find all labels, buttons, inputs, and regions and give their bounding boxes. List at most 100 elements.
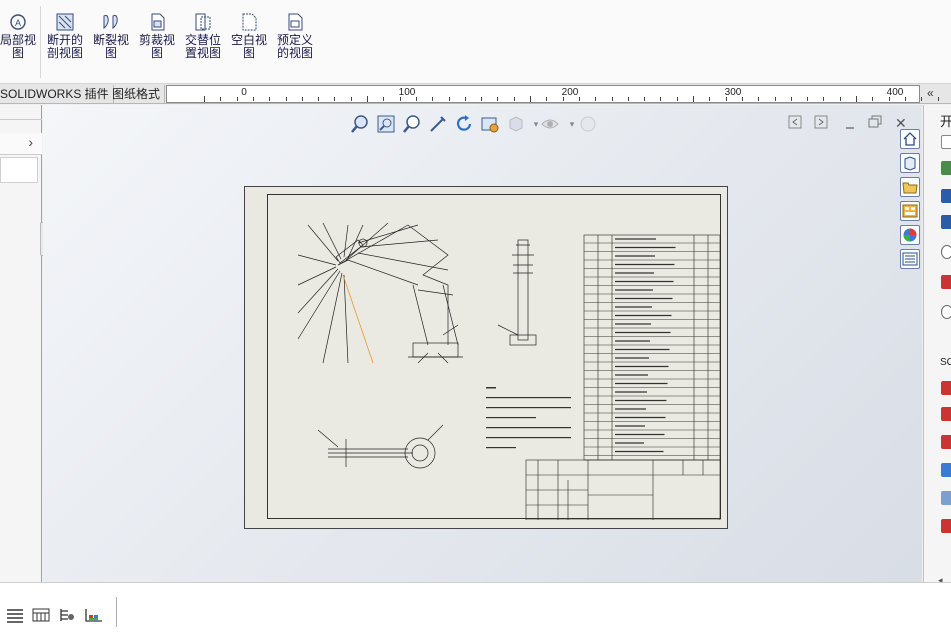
ruler-label-400: 400 — [886, 87, 904, 98]
help-icon[interactable] — [941, 245, 951, 259]
break-view-button[interactable]: 断裂视 图 — [92, 12, 130, 60]
panel-tree-row[interactable] — [0, 133, 42, 155]
custom-properties-icon[interactable] — [900, 249, 920, 269]
ruler-tick — [872, 97, 874, 101]
pan-icon[interactable] — [427, 113, 449, 135]
tutorial-icon[interactable] — [941, 189, 951, 203]
tech-requirements — [486, 387, 571, 449]
feature-manager-tree-icon[interactable] — [6, 607, 24, 623]
resource-link-icon-3[interactable] — [941, 435, 951, 449]
appearance-icon[interactable] — [577, 113, 599, 135]
minimize-icon[interactable] — [844, 119, 856, 134]
detail-view-label-2: 图 — [11, 46, 24, 60]
hide-show-items-icon[interactable] — [539, 113, 561, 135]
previous-view-icon[interactable] — [401, 113, 423, 135]
appearances-scenes-icon[interactable] — [900, 225, 920, 245]
solidworks-resource-icon[interactable] — [941, 275, 951, 289]
empty-view-label-2: 图 — [242, 46, 255, 60]
bom-rows — [584, 238, 720, 456]
ruler-tick — [204, 96, 205, 102]
next-sheet-icon[interactable] — [814, 115, 828, 132]
ruler-tick — [807, 97, 809, 101]
detail-view-icon: A — [10, 14, 26, 30]
zoom-to-area-icon[interactable] — [375, 113, 397, 135]
chevron-right-icon[interactable]: › — [28, 134, 33, 150]
top-view — [317, 424, 444, 469]
horizontal-ruler: 0 100 200 300 400 — [166, 85, 939, 103]
ruler-tick — [595, 97, 597, 101]
alternate-position-view-label-2: 置视图 — [184, 46, 221, 60]
tab-sheet-format[interactable]: 图纸格式 — [108, 85, 166, 103]
svg-text:A: A — [15, 18, 21, 28]
ruler-label-300: 300 — [724, 87, 742, 98]
solidworks-drawing-window: A 局部视 图 断开的 剖视图 断裂视 图 剪裁视 图 交替位 置视图 空白视 — [0, 0, 951, 632]
empty-view-icon — [242, 13, 257, 31]
isometric-view — [297, 222, 463, 364]
resource-link-icon-6[interactable] — [941, 519, 951, 533]
info-icon[interactable] — [941, 305, 951, 319]
drawing-frame — [267, 194, 721, 520]
panel-tab-strip — [0, 110, 42, 120]
home-icon[interactable] — [900, 129, 920, 149]
panel-filter-box[interactable] — [0, 157, 38, 183]
empty-view-button[interactable]: 空白视 图 — [230, 12, 268, 60]
ruler-tick — [611, 97, 613, 101]
open-icon[interactable] — [941, 161, 951, 175]
alternate-position-view-button[interactable]: 交替位 置视图 — [183, 12, 223, 60]
display-style-icon[interactable] — [505, 113, 527, 135]
ruler-tick — [856, 96, 857, 102]
break-view-icon — [103, 14, 118, 30]
ruler-tick — [383, 97, 385, 101]
dim-expert-icon[interactable] — [84, 607, 102, 623]
restore-icon[interactable] — [868, 115, 882, 132]
ruler-tick — [301, 97, 303, 101]
broken-out-section-icon — [56, 13, 74, 31]
ruler-tick — [367, 96, 368, 102]
command-tabs-row: SOLIDWORKS 插件 图纸格式 0 100 200 300 400 « — [0, 84, 951, 104]
resource-link-icon-4[interactable] — [941, 463, 951, 477]
command-manager-ribbon: A 局部视 图 断开的 剖视图 断裂视 图 剪裁视 图 交替位 置视图 空白视 — [0, 0, 951, 84]
collapse-pane-icon[interactable]: « — [927, 86, 934, 100]
ruler-tick — [252, 97, 254, 101]
tab-solidworks-addins[interactable]: SOLIDWORKS 插件 — [0, 85, 114, 103]
broken-out-section-button[interactable]: 断开的 剖视图 — [46, 12, 84, 60]
ruler-tick — [334, 97, 336, 101]
ruler-tick — [285, 97, 287, 101]
ruler-tick — [839, 97, 841, 101]
ruler-tick — [497, 97, 499, 101]
graphics-area[interactable]: ▾ ▾ — [43, 105, 922, 582]
heads-up-view-toolbar: ▾ ▾ — [349, 113, 619, 137]
ruler-tick — [921, 97, 923, 101]
file-explorer-icon[interactable] — [900, 177, 920, 197]
resource-link-icon-5[interactable] — [941, 491, 951, 505]
close-task-pane-icon[interactable]: ✕ — [895, 115, 907, 132]
resource-link-icon-2[interactable] — [941, 407, 951, 421]
view-settings-icon[interactable] — [479, 113, 501, 135]
ruler-tick — [318, 97, 320, 101]
ruler-tick — [644, 97, 646, 101]
detail-view-button[interactable]: A 局部视 图 — [0, 12, 36, 60]
learn-icon[interactable] — [941, 215, 951, 229]
break-view-label-2: 图 — [104, 46, 117, 60]
ruler-tick — [236, 97, 238, 101]
zoom-to-fit-icon[interactable] — [349, 113, 371, 135]
new-document-icon[interactable] — [941, 135, 951, 149]
rotate-view-icon[interactable] — [453, 113, 475, 135]
view-palette-icon[interactable] — [900, 201, 920, 221]
crop-view-button[interactable]: 剪裁视 图 — [138, 12, 176, 60]
broken-out-section-label-2: 剖视图 — [46, 46, 83, 60]
design-library-icon[interactable] — [900, 153, 920, 173]
prev-sheet-icon[interactable] — [788, 115, 802, 132]
ruler-tick — [530, 96, 531, 102]
property-manager-icon[interactable] — [32, 607, 50, 623]
configuration-manager-icon[interactable] — [58, 607, 76, 623]
ribbon-separator — [40, 6, 41, 78]
resource-link-icon-1[interactable] — [941, 381, 951, 395]
drawing-sheet[interactable] — [244, 186, 728, 529]
ruler-tick — [790, 97, 792, 101]
ruler-tick — [758, 97, 760, 101]
predefined-view-button[interactable]: 预定义 的视图 — [276, 12, 314, 60]
drawing-views — [297, 222, 721, 520]
ruler-tick — [823, 97, 825, 101]
ruler-tick — [220, 97, 222, 101]
